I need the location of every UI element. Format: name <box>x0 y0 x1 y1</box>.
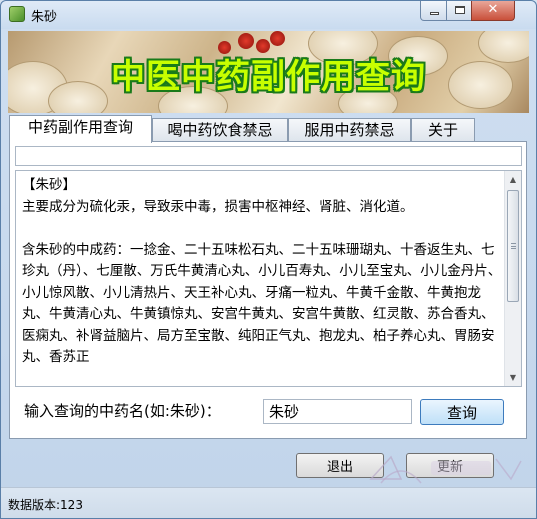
app-window: 朱砂 ✕ 中医中药副作用查询 中药副作用查询 喝中药饮食禁忌 服用中药禁忌 关于 <box>0 0 537 519</box>
result-text-area[interactable]: 【朱砂】 主要成分为硫化汞，导致汞中毒，损害中枢神经、肾脏、消化道。 含朱砂的中… <box>15 170 522 387</box>
grip-icon <box>511 243 516 249</box>
update-button[interactable]: 更新 <box>406 453 494 478</box>
query-button[interactable]: 查询 <box>420 399 504 425</box>
result-content: 【朱砂】 主要成分为硫化汞，导致汞中毒，损害中枢神经、肾脏、消化道。 含朱砂的中… <box>22 175 503 369</box>
window-title: 朱砂 <box>31 10 58 25</box>
vertical-scrollbar[interactable]: ▲ ▼ <box>504 171 521 386</box>
exit-button[interactable]: 退出 <box>296 453 384 478</box>
tab-diet-taboos[interactable]: 喝中药饮食禁忌 <box>152 118 288 142</box>
result-description: 主要成分为硫化汞，导致汞中毒，损害中枢神经、肾脏、消化道。 <box>22 198 414 215</box>
tab-panel: 【朱砂】 主要成分为硫化汞，导致汞中毒，损害中枢神经、肾脏、消化道。 含朱砂的中… <box>9 141 527 439</box>
close-button[interactable]: ✕ <box>471 1 515 21</box>
close-icon: ✕ <box>487 2 499 17</box>
maximize-button[interactable] <box>446 1 472 21</box>
banner-title: 中医中药副作用查询 <box>111 57 426 97</box>
result-formulas: 含朱砂的中成药：一捻金、二十五味松石丸、二十五味珊瑚丸、十香返生丸、七珍丸（丹）… <box>22 241 502 366</box>
tab-side-effects[interactable]: 中药副作用查询 <box>9 115 152 143</box>
scroll-up-icon[interactable]: ▲ <box>505 171 521 188</box>
result-heading: 【朱砂】 <box>22 177 76 193</box>
banner-image: 中医中药副作用查询 <box>8 31 529 113</box>
tab-medication-taboos[interactable]: 服用中药禁忌 <box>288 118 411 142</box>
info-strip <box>15 146 522 166</box>
minimize-button[interactable] <box>420 1 447 21</box>
maximize-icon <box>455 6 465 14</box>
scroll-thumb[interactable] <box>507 190 519 302</box>
query-label: 输入查询的中药名(如:朱砂)： <box>24 402 221 420</box>
herb-name-input[interactable] <box>263 399 412 424</box>
scroll-down-icon[interactable]: ▼ <box>505 369 521 386</box>
data-version-text: 数据版本:123 <box>8 498 83 512</box>
title-bar[interactable]: 朱砂 ✕ <box>1 1 536 29</box>
minimize-icon <box>430 12 439 15</box>
tab-about[interactable]: 关于 <box>411 118 475 142</box>
status-bar: 数据版本:123 <box>1 487 536 518</box>
app-icon <box>9 6 25 22</box>
